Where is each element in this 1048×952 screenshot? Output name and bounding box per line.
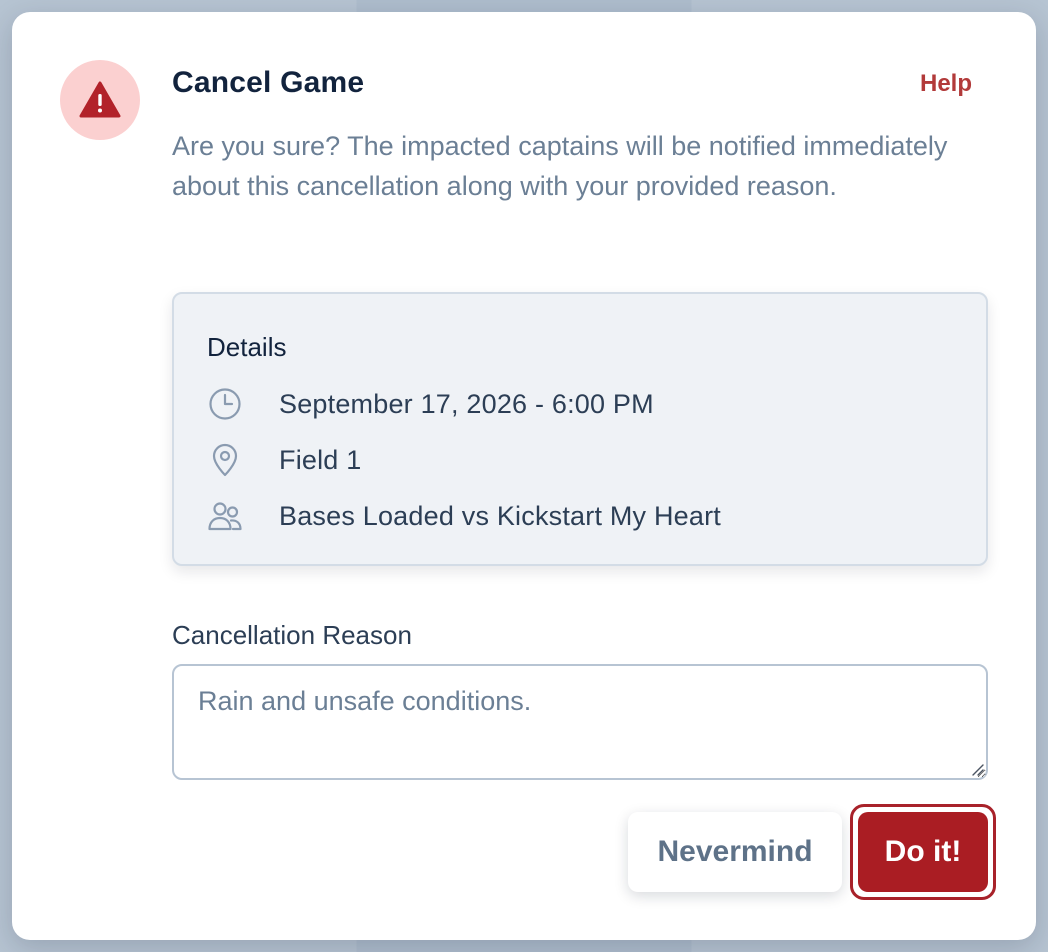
help-link[interactable]: Help bbox=[920, 70, 972, 98]
game-location: Field 1 bbox=[279, 444, 362, 475]
reason-label: Cancellation Reason bbox=[172, 620, 412, 650]
details-heading: Details bbox=[207, 332, 287, 362]
dialog-description: Are you sure? The impacted captains will… bbox=[172, 131, 948, 201]
do-it-button[interactable]: Do it! bbox=[858, 812, 988, 892]
resize-grip-icon[interactable] bbox=[970, 762, 984, 776]
game-datetime: September 17, 2026 - 6:00 PM bbox=[279, 388, 654, 419]
alert-badge bbox=[60, 60, 140, 140]
nevermind-button[interactable]: Nevermind bbox=[628, 812, 842, 892]
detail-row-teams: Bases Loaded vs Kickstart My Heart bbox=[207, 496, 721, 536]
map-pin-icon bbox=[207, 442, 243, 478]
dialog-title: Cancel Game bbox=[172, 66, 365, 99]
users-icon bbox=[207, 498, 243, 534]
cancel-game-dialog: Cancel Game Help Are you sure? The impac… bbox=[12, 12, 1036, 940]
game-teams: Bases Loaded vs Kickstart My Heart bbox=[279, 500, 721, 531]
detail-row-location: Field 1 bbox=[207, 440, 361, 480]
detail-row-datetime: September 17, 2026 - 6:00 PM bbox=[207, 384, 654, 424]
cancellation-reason-input[interactable]: Rain and unsafe conditions. bbox=[172, 664, 988, 780]
details-card: Details September 17, 2026 - 6:00 PM Fie… bbox=[172, 292, 988, 566]
warning-icon bbox=[79, 81, 121, 118]
clock-icon bbox=[207, 386, 243, 422]
